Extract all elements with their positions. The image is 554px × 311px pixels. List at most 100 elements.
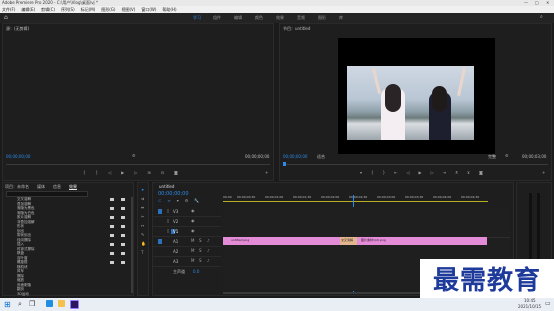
program-scrubber[interactable]: [283, 164, 548, 165]
in-out-range-bar[interactable]: [223, 201, 488, 202]
add-icon[interactable]: +: [265, 170, 268, 175]
taskbar-date[interactable]: 2021/10/15: [518, 304, 541, 309]
menu-graphics[interactable]: 图形(G): [101, 6, 115, 13]
menu-view[interactable]: 视图(V): [121, 6, 135, 13]
solo-icon[interactable]: S: [199, 238, 202, 243]
hand-tool-icon[interactable]: ✋: [141, 241, 146, 246]
tab-info[interactable]: 信息: [53, 184, 61, 189]
eye-icon[interactable]: ◉: [191, 218, 195, 223]
settings-icon[interactable]: ⚙: [505, 153, 509, 158]
selection-tool-icon[interactable]: ➤: [141, 187, 144, 192]
lock-icon[interactable]: ▯: [167, 228, 169, 233]
linked-selection-icon[interactable]: ∞: [167, 198, 170, 203]
mute-icon[interactable]: M: [191, 238, 194, 243]
go-to-out-icon[interactable]: ⇥: [443, 170, 446, 176]
program-quality-select[interactable]: 完整: [488, 154, 496, 159]
source-patch-v1[interactable]: [158, 209, 162, 214]
timeline-clip[interactable]: 图片素材1(2).png: [357, 237, 487, 245]
workspace-tab-libraries[interactable]: 库: [339, 15, 343, 21]
add-marker-icon[interactable]: ▾: [177, 198, 179, 203]
play-icon[interactable]: ▶: [121, 170, 124, 176]
list-item[interactable]: 3D运动: [17, 292, 29, 297]
timeline-ruler[interactable]: 00;00 00;00;00;30 00;00;01;00 00;00;01;3…: [223, 195, 510, 203]
mic-icon[interactable]: ♪: [207, 248, 210, 253]
tab-effects[interactable]: 效果: [69, 184, 77, 189]
tab-project[interactable]: 项目：未命名: [5, 184, 29, 189]
sequence-tab[interactable]: untitled: [159, 184, 174, 189]
solo-icon[interactable]: S: [199, 258, 202, 263]
timeline-clip[interactable]: untitled.png: [223, 237, 340, 245]
type-tool-icon[interactable]: T: [141, 250, 143, 255]
workspace-tab-color[interactable]: 颜色: [255, 15, 263, 21]
workspace-tab-effects[interactable]: 效果: [276, 15, 284, 21]
mute-icon[interactable]: M: [191, 258, 194, 263]
mute-icon[interactable]: M: [191, 248, 194, 253]
lift-icon[interactable]: ⊼: [455, 170, 458, 176]
wrench-icon[interactable]: 🔧: [194, 198, 199, 203]
windows-start-icon[interactable]: ⊞: [4, 300, 11, 309]
source-scrubber[interactable]: [6, 164, 270, 165]
lock-icon[interactable]: ▯: [167, 208, 169, 213]
eye-icon[interactable]: ◉: [191, 228, 195, 233]
solo-icon[interactable]: S: [199, 248, 202, 253]
timeline-settings-icon[interactable]: ⚙: [185, 198, 189, 203]
workspace-tab-learn[interactable]: 学习: [193, 15, 201, 21]
go-to-in-icon[interactable]: ⇤: [394, 170, 397, 176]
workspace-tab-graphics[interactable]: 图形: [318, 15, 326, 21]
source-patch-a1[interactable]: [158, 239, 162, 244]
play-icon[interactable]: ▶: [419, 170, 422, 176]
insert-icon[interactable]: ⊞: [147, 170, 150, 176]
menu-clip[interactable]: 剪辑(C): [41, 6, 55, 13]
menu-sequence[interactable]: 序列(S): [61, 6, 75, 13]
taskbar-time[interactable]: 10:45: [524, 298, 536, 303]
program-timecode[interactable]: 00;00;00;00: [283, 154, 307, 159]
premiere-pro-icon[interactable]: [70, 300, 79, 309]
notification-icon[interactable]: ▭: [545, 300, 551, 307]
overwrite-icon[interactable]: ⊟: [161, 170, 164, 176]
maximize-icon[interactable]: □: [535, 0, 539, 5]
menu-marker[interactable]: 标记(M): [81, 6, 96, 13]
home-icon[interactable]: ⌂: [4, 14, 8, 21]
search-icon[interactable]: ⌕: [18, 300, 22, 309]
settings-icon[interactable]: ⚙: [132, 153, 136, 158]
mark-out-icon[interactable]: }: [96, 170, 99, 176]
pen-tool-icon[interactable]: ✎: [141, 232, 144, 237]
mic-icon[interactable]: ♪: [207, 258, 210, 263]
transition-clip[interactable]: 交叉溶解: [340, 237, 357, 245]
marker-icon[interactable]: ▾: [360, 170, 362, 176]
snap-icon[interactable]: ⊂: [158, 198, 161, 203]
search-icon[interactable]: ⌕: [540, 14, 543, 20]
slip-tool-icon[interactable]: ↔: [141, 223, 144, 228]
file-explorer-icon[interactable]: [58, 300, 65, 307]
mark-in-icon[interactable]: {: [371, 170, 374, 176]
camera-icon[interactable]: ◙: [174, 170, 178, 176]
close-icon[interactable]: ✕: [546, 0, 549, 5]
mark-out-icon[interactable]: }: [383, 170, 386, 176]
workspace-tab-assembly[interactable]: 组件: [213, 15, 221, 21]
menu-edit[interactable]: 编辑(E): [21, 6, 35, 13]
minimize-icon[interactable]: —: [524, 0, 528, 5]
master-volume-value[interactable]: 0.0: [193, 269, 199, 274]
ripple-edit-tool-icon[interactable]: ⇹: [141, 205, 144, 210]
effects-scrollbar[interactable]: [131, 197, 133, 293]
workspace-tab-editing[interactable]: 编辑: [234, 15, 242, 21]
step-forward-icon[interactable]: ▷: [431, 170, 434, 176]
track-select-tool-icon[interactable]: ⇉: [141, 196, 144, 201]
playhead-marker[interactable]: [283, 162, 286, 166]
eye-icon[interactable]: ◉: [191, 208, 195, 213]
camera-icon[interactable]: ◙: [479, 170, 483, 176]
workspace-tab-audio[interactable]: 音频: [297, 15, 305, 21]
add-icon[interactable]: +: [542, 170, 545, 175]
menu-file[interactable]: 文件(F): [2, 6, 15, 13]
task-view-icon[interactable]: ❒: [29, 300, 35, 308]
source-timecode-left[interactable]: 00;00;00;00: [6, 154, 30, 159]
extract-icon[interactable]: ⊻: [467, 170, 470, 176]
mic-icon[interactable]: ♪: [207, 238, 210, 243]
razor-tool-icon[interactable]: ✂: [141, 214, 144, 219]
step-back-icon[interactable]: ◁: [406, 170, 409, 176]
menu-help[interactable]: 帮助(H): [162, 6, 176, 13]
step-forward-icon[interactable]: ▷: [134, 170, 137, 176]
program-fit-select[interactable]: 适合: [317, 154, 325, 159]
step-back-icon[interactable]: ◁: [108, 170, 111, 176]
edge-browser-icon[interactable]: [46, 300, 53, 307]
